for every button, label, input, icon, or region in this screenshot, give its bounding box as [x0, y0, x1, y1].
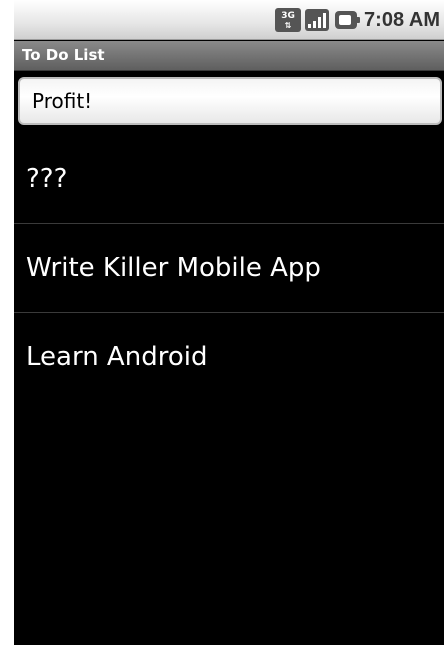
- app-title-bar: To Do List: [14, 41, 444, 71]
- status-clock: 7:08 AM: [364, 8, 440, 31]
- phone-screen: 3G ⇅ 7:08 AM To Do List ??? Write Killer…: [14, 0, 444, 645]
- app-title: To Do List: [22, 46, 105, 64]
- list-item[interactable]: Learn Android: [14, 313, 444, 401]
- list-item[interactable]: Write Killer Mobile App: [14, 224, 444, 312]
- signal-strength-icon: [305, 9, 330, 31]
- status-icons: 3G ⇅ 7:08 AM: [275, 6, 440, 34]
- todo-list: ??? Write Killer Mobile App Learn Androi…: [14, 135, 444, 401]
- status-bar: 3G ⇅ 7:08 AM: [14, 0, 444, 40]
- data-arrows-icon: ⇅: [284, 20, 292, 30]
- list-item-label: Learn Android: [26, 342, 208, 372]
- list-item-label: Write Killer Mobile App: [26, 253, 321, 283]
- network-type-label: 3G: [281, 10, 295, 21]
- 3g-data-icon: 3G ⇅: [275, 8, 302, 32]
- list-item-label: ???: [26, 164, 68, 194]
- battery-icon: [335, 11, 361, 29]
- list-item[interactable]: ???: [14, 135, 444, 223]
- todo-input[interactable]: [18, 77, 442, 125]
